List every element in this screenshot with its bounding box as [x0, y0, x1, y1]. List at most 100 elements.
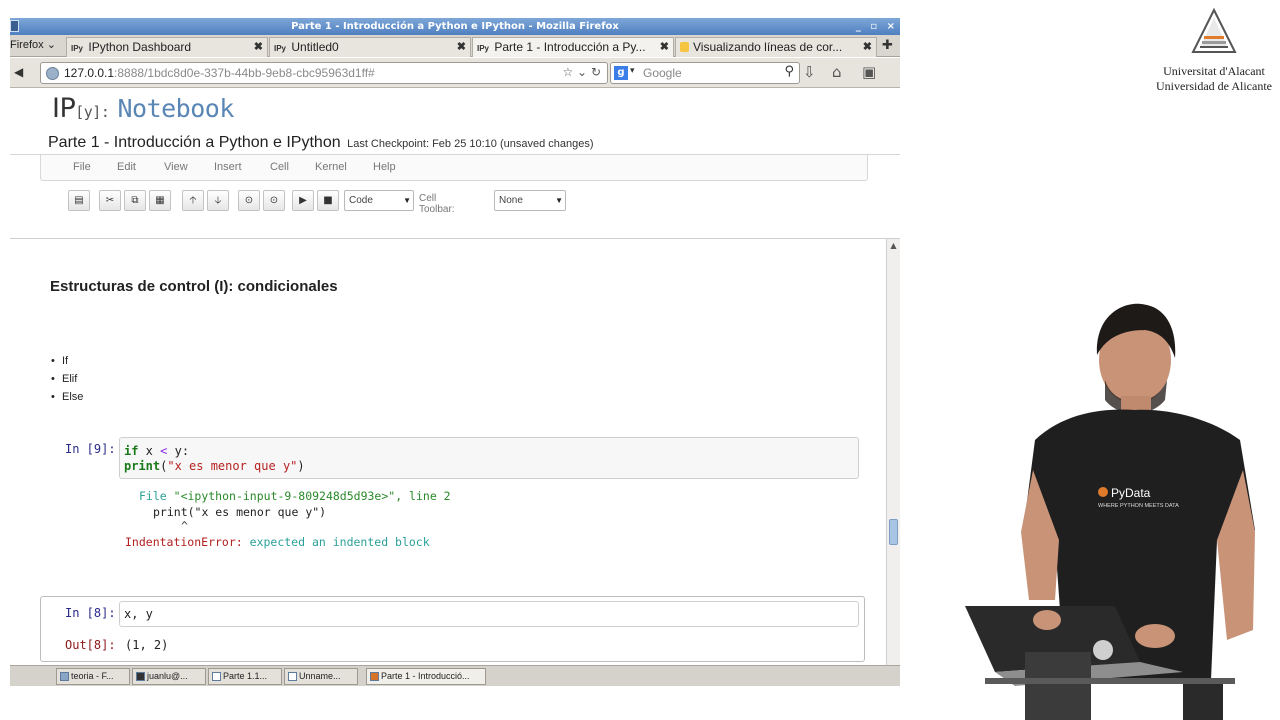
- tab-label: Untitled0: [291, 40, 339, 54]
- bookmark-star-icon[interactable]: ☆: [562, 65, 573, 79]
- search-icon[interactable]: ⚲: [784, 64, 794, 79]
- back-arrow-icon[interactable]: ◀: [14, 65, 23, 79]
- code-line-1[interactable]: if x < y:: [124, 444, 189, 458]
- addon-icon[interactable]: ▣: [862, 63, 876, 81]
- code-cell-editor[interactable]: x, y: [119, 601, 859, 627]
- university-name-spanish: Universidad de Alicante: [1156, 79, 1272, 93]
- chevron-down-icon[interactable]: ▾: [630, 66, 635, 76]
- navigation-bar: ◀ 127.0.0.1:8888/1bdc8d0e-337b-44bb-9eb8…: [10, 58, 900, 88]
- stop-icon[interactable]: ■: [317, 190, 339, 211]
- tab-untitled0[interactable]: IPy Untitled0 ✖: [269, 37, 471, 57]
- save-icon[interactable]: ▤: [68, 190, 90, 211]
- window-titlebar: Parte 1 - Introducción a Python e IPytho…: [10, 18, 900, 35]
- tab-label: Parte 1 - Introducción a Py...: [494, 40, 646, 54]
- scroll-up-icon[interactable]: ▲: [887, 241, 900, 250]
- search-bar[interactable]: g ▾ Google ⚲: [610, 62, 800, 84]
- app-icon: [10, 20, 19, 32]
- bullet-elif: Elif: [51, 373, 77, 385]
- dropdown-arrow-icon: ▼: [403, 196, 411, 205]
- paste-icon[interactable]: ▦: [149, 190, 171, 211]
- firefox-window: Parte 1 - Introducción a Python e IPytho…: [10, 18, 900, 686]
- taskbar-item-parte-1-1[interactable]: Parte 1.1...: [208, 668, 282, 685]
- dropdown-arrow-icon: ▼: [555, 196, 563, 205]
- university-name: Universitat d'Alacant Universidad de Ali…: [1150, 64, 1278, 94]
- search-placeholder[interactable]: Google: [643, 66, 682, 80]
- cell-toolbar-label: Cell Toolbar:: [419, 193, 455, 215]
- menu-insert[interactable]: Insert: [214, 161, 242, 173]
- tab-label: Visualizando líneas de cor...: [693, 40, 843, 54]
- home-icon[interactable]: ⌂: [832, 63, 842, 81]
- chevron-down-icon: ⌄: [46, 39, 56, 51]
- tab-bar: Firefox ⌄ IPy IPython Dashboard ✖ IPy Un…: [10, 35, 900, 57]
- menu-view[interactable]: View: [164, 161, 188, 173]
- close-tab-icon[interactable]: ✖: [660, 38, 669, 56]
- cell-input-prompt: In [8]:: [65, 606, 116, 620]
- run-icon[interactable]: ▶: [292, 190, 314, 211]
- university-logo: [1191, 8, 1237, 53]
- tab-label: IPython Dashboard: [88, 40, 192, 54]
- taskbar-item-teoria[interactable]: teoria - F...: [56, 668, 130, 685]
- notebook-menubar: File Edit View Insert Cell Kernel Help: [40, 155, 868, 181]
- insert-below-icon[interactable]: ⊙: [263, 190, 285, 211]
- cell-input-prompt: In [9]:: [65, 442, 116, 456]
- menu-file[interactable]: File: [73, 161, 91, 173]
- desktop-taskbar: teoria - F... juanlu@... Parte 1.1... Un…: [10, 665, 900, 686]
- globe-icon: [46, 67, 59, 80]
- taskbar-item-terminal[interactable]: juanlu@...: [132, 668, 206, 685]
- scrollbar-thumb[interactable]: [889, 519, 898, 545]
- notebook-page: IP[y]: Notebook Parte 1 - Introducción a…: [10, 89, 900, 665]
- cell-output: (1, 2): [125, 638, 169, 652]
- window-controls[interactable]: _ ▫ ×: [856, 18, 898, 35]
- url-text[interactable]: 127.0.0.1:8888/1bdc8d0e-337b-44bb-9eb8-c…: [64, 66, 375, 80]
- tab-parte-1[interactable]: IPy Parte 1 - Introducción a Py... ✖: [472, 37, 674, 57]
- code-cell-editor[interactable]: if x < y: print("x es menor que y"): [119, 437, 859, 479]
- reload-icon[interactable]: ↻: [591, 65, 601, 79]
- close-tab-icon[interactable]: ✖: [254, 38, 263, 56]
- presenter-photo: PyData WHERE PYTHON MEETS DATA: [965, 303, 1255, 720]
- bullet-else: Else: [51, 391, 84, 403]
- menu-kernel[interactable]: Kernel: [315, 161, 347, 173]
- firefox-icon: [370, 672, 379, 681]
- document-icon: [288, 672, 297, 681]
- error-message: IndentationError: expected an indented b…: [125, 535, 430, 549]
- code-input[interactable]: x, y: [124, 607, 153, 621]
- ipython-favicon-icon: IPy: [71, 44, 84, 53]
- code-line-2[interactable]: print("x es menor que y"): [124, 459, 305, 473]
- download-icon[interactable]: ⇩: [803, 63, 816, 81]
- cell-output-prompt: Out[8]:: [65, 638, 116, 652]
- taskbar-item-unnamed[interactable]: Unname...: [284, 668, 358, 685]
- firefox-menu-button[interactable]: Firefox ⌄: [10, 38, 56, 51]
- cut-icon[interactable]: ✂: [99, 190, 121, 211]
- menu-help[interactable]: Help: [373, 161, 396, 173]
- tab-ipython-dashboard[interactable]: IPy IPython Dashboard ✖: [66, 37, 268, 57]
- menu-cell[interactable]: Cell: [270, 161, 289, 173]
- cell-type-select[interactable]: Code ▼: [344, 190, 414, 211]
- document-icon: [212, 672, 221, 681]
- menu-edit[interactable]: Edit: [117, 161, 136, 173]
- university-name-catalan: Universitat d'Alacant: [1163, 64, 1265, 78]
- move-up-icon[interactable]: 🡡: [182, 190, 204, 211]
- shirt-brand-text: PyData: [1111, 486, 1151, 500]
- chevron-down-icon[interactable]: ⌄: [577, 65, 587, 79]
- tab-visualizando[interactable]: Visualizando líneas de cor... ✖: [675, 37, 877, 57]
- tab-list-icon[interactable]: ✚: [882, 38, 893, 53]
- notebook-name[interactable]: Parte 1 - Introducción a Python e IPytho…: [48, 134, 594, 152]
- window-title: Parte 1 - Introducción a Python e IPytho…: [291, 21, 619, 32]
- vertical-scrollbar[interactable]: ▲ ▼: [886, 239, 900, 665]
- checkpoint-status: Last Checkpoint: Feb 25 10:10 (unsaved c…: [347, 138, 594, 150]
- url-controls[interactable]: ☆ ⌄ ↻: [562, 65, 601, 79]
- close-tab-icon[interactable]: ✖: [863, 38, 872, 56]
- copy-icon[interactable]: ⧉: [124, 190, 146, 211]
- ipython-notebook-logo[interactable]: IP[y]: Notebook: [52, 93, 234, 124]
- google-engine-icon[interactable]: g: [614, 66, 628, 80]
- insert-above-icon[interactable]: ⊙: [238, 190, 260, 211]
- move-down-icon[interactable]: 🡣: [207, 190, 229, 211]
- taskbar-item-firefox[interactable]: Parte 1 - Introducció...: [366, 668, 486, 685]
- close-tab-icon[interactable]: ✖: [457, 38, 466, 56]
- url-bar[interactable]: 127.0.0.1:8888/1bdc8d0e-337b-44bb-9eb8-c…: [40, 62, 608, 84]
- traceback-caret: ^: [181, 519, 188, 533]
- cell-toolbar-select[interactable]: None ▼: [494, 190, 566, 211]
- terminal-icon: [136, 672, 145, 681]
- window-icon: [60, 672, 69, 681]
- traceback-code-line: print("x es menor que y"): [153, 505, 327, 519]
